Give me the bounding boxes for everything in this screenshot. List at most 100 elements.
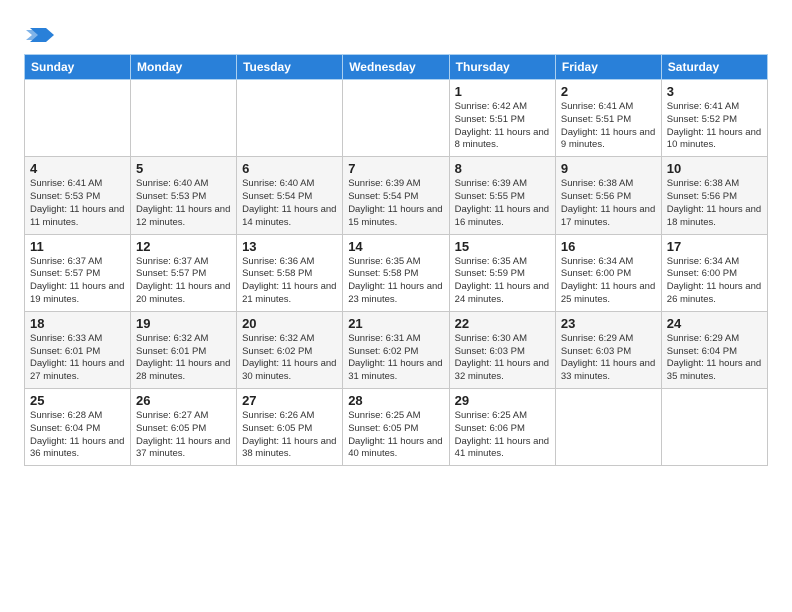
calendar-cell [237,80,343,157]
calendar-cell: 4 Sunrise: 6:41 AM Sunset: 5:53 PM Daylig… [25,157,131,234]
calendar-cell: 23 Sunrise: 6:29 AM Sunset: 6:03 PM Dayli… [555,311,661,388]
day-info: Sunrise: 6:33 AM Sunset: 6:01 PM Dayligh… [30,333,125,384]
weekday-header-saturday: Saturday [661,55,767,80]
calendar-cell: 20 Sunrise: 6:32 AM Sunset: 6:02 PM Dayli… [237,311,343,388]
day-number: 15 [455,239,550,254]
day-number: 26 [136,393,231,408]
calendar-cell: 3 Sunrise: 6:41 AM Sunset: 5:52 PM Daylig… [661,80,767,157]
calendar-cell: 14 Sunrise: 6:35 AM Sunset: 5:58 PM Dayli… [343,234,449,311]
day-info: Sunrise: 6:32 AM Sunset: 6:02 PM Dayligh… [242,333,337,384]
day-number: 9 [561,161,656,176]
calendar-cell: 9 Sunrise: 6:38 AM Sunset: 5:56 PM Daylig… [555,157,661,234]
calendar-table: SundayMondayTuesdayWednesdayThursdayFrid… [24,54,768,466]
day-info: Sunrise: 6:28 AM Sunset: 6:04 PM Dayligh… [30,410,125,461]
day-number: 7 [348,161,443,176]
day-number: 27 [242,393,337,408]
calendar-cell: 12 Sunrise: 6:37 AM Sunset: 5:57 PM Dayli… [131,234,237,311]
day-number: 29 [455,393,550,408]
day-number: 5 [136,161,231,176]
calendar-cell [25,80,131,157]
day-number: 11 [30,239,125,254]
day-info: Sunrise: 6:25 AM Sunset: 6:05 PM Dayligh… [348,410,443,461]
day-number: 22 [455,316,550,331]
day-number: 17 [667,239,762,254]
calendar-cell: 24 Sunrise: 6:29 AM Sunset: 6:04 PM Dayli… [661,311,767,388]
day-number: 3 [667,84,762,99]
calendar-cell [343,80,449,157]
logo-arrow-icon [26,24,54,46]
day-info: Sunrise: 6:29 AM Sunset: 6:03 PM Dayligh… [561,333,656,384]
day-info: Sunrise: 6:38 AM Sunset: 5:56 PM Dayligh… [561,178,656,229]
day-info: Sunrise: 6:31 AM Sunset: 6:02 PM Dayligh… [348,333,443,384]
day-number: 28 [348,393,443,408]
calendar-cell [661,389,767,466]
day-info: Sunrise: 6:34 AM Sunset: 6:00 PM Dayligh… [561,256,656,307]
calendar-cell: 1 Sunrise: 6:42 AM Sunset: 5:51 PM Daylig… [449,80,555,157]
day-number: 8 [455,161,550,176]
logo [24,24,54,46]
weekday-header-friday: Friday [555,55,661,80]
day-number: 16 [561,239,656,254]
day-info: Sunrise: 6:37 AM Sunset: 5:57 PM Dayligh… [30,256,125,307]
weekday-header-sunday: Sunday [25,55,131,80]
day-info: Sunrise: 6:39 AM Sunset: 5:54 PM Dayligh… [348,178,443,229]
day-info: Sunrise: 6:38 AM Sunset: 5:56 PM Dayligh… [667,178,762,229]
day-number: 12 [136,239,231,254]
day-info: Sunrise: 6:30 AM Sunset: 6:03 PM Dayligh… [455,333,550,384]
calendar-cell: 13 Sunrise: 6:36 AM Sunset: 5:58 PM Dayli… [237,234,343,311]
day-number: 21 [348,316,443,331]
day-info: Sunrise: 6:26 AM Sunset: 6:05 PM Dayligh… [242,410,337,461]
calendar-cell: 21 Sunrise: 6:31 AM Sunset: 6:02 PM Dayli… [343,311,449,388]
day-number: 4 [30,161,125,176]
day-info: Sunrise: 6:39 AM Sunset: 5:55 PM Dayligh… [455,178,550,229]
calendar-cell: 6 Sunrise: 6:40 AM Sunset: 5:54 PM Daylig… [237,157,343,234]
day-number: 18 [30,316,125,331]
day-number: 25 [30,393,125,408]
day-info: Sunrise: 6:32 AM Sunset: 6:01 PM Dayligh… [136,333,231,384]
calendar-cell: 26 Sunrise: 6:27 AM Sunset: 6:05 PM Dayli… [131,389,237,466]
day-number: 14 [348,239,443,254]
calendar-cell: 25 Sunrise: 6:28 AM Sunset: 6:04 PM Dayli… [25,389,131,466]
calendar-cell: 8 Sunrise: 6:39 AM Sunset: 5:55 PM Daylig… [449,157,555,234]
calendar-cell: 2Sunrise: 6:41 AM Sunset: 5:51 PM Daylig… [555,80,661,157]
calendar-cell [555,389,661,466]
calendar-cell: 15 Sunrise: 6:35 AM Sunset: 5:59 PM Dayli… [449,234,555,311]
day-info: Sunrise: 6:29 AM Sunset: 6:04 PM Dayligh… [667,333,762,384]
day-number: 13 [242,239,337,254]
calendar-cell: 5 Sunrise: 6:40 AM Sunset: 5:53 PM Daylig… [131,157,237,234]
day-number: 10 [667,161,762,176]
calendar-cell: 11 Sunrise: 6:37 AM Sunset: 5:57 PM Dayli… [25,234,131,311]
day-info: Sunrise: 6:25 AM Sunset: 6:06 PM Dayligh… [455,410,550,461]
weekday-header-wednesday: Wednesday [343,55,449,80]
day-info: Sunrise: 6:41 AM Sunset: 5:51 PM Dayligh… [561,101,656,152]
day-info: Sunrise: 6:36 AM Sunset: 5:58 PM Dayligh… [242,256,337,307]
weekday-header-tuesday: Tuesday [237,55,343,80]
day-info: Sunrise: 6:41 AM Sunset: 5:52 PM Dayligh… [667,101,762,152]
day-info: Sunrise: 6:41 AM Sunset: 5:53 PM Dayligh… [30,178,125,229]
calendar-cell: 28 Sunrise: 6:25 AM Sunset: 6:05 PM Dayli… [343,389,449,466]
day-number: 1 [455,84,550,99]
header [24,20,768,46]
day-info: Sunrise: 6:27 AM Sunset: 6:05 PM Dayligh… [136,410,231,461]
day-number: 6 [242,161,337,176]
calendar-cell: 29 Sunrise: 6:25 AM Sunset: 6:06 PM Dayli… [449,389,555,466]
day-number: 19 [136,316,231,331]
day-number: 23 [561,316,656,331]
day-info: Sunrise: 6:35 AM Sunset: 5:59 PM Dayligh… [455,256,550,307]
day-info: Sunrise: 6:40 AM Sunset: 5:54 PM Dayligh… [242,178,337,229]
calendar-cell: 7 Sunrise: 6:39 AM Sunset: 5:54 PM Daylig… [343,157,449,234]
weekday-header-monday: Monday [131,55,237,80]
day-info: Sunrise: 6:35 AM Sunset: 5:58 PM Dayligh… [348,256,443,307]
day-info: Sunrise: 6:40 AM Sunset: 5:53 PM Dayligh… [136,178,231,229]
day-number: 24 [667,316,762,331]
calendar-cell: 16 Sunrise: 6:34 AM Sunset: 6:00 PM Dayli… [555,234,661,311]
day-info: Sunrise: 6:34 AM Sunset: 6:00 PM Dayligh… [667,256,762,307]
calendar-cell [131,80,237,157]
day-number: 20 [242,316,337,331]
calendar-cell: 18 Sunrise: 6:33 AM Sunset: 6:01 PM Dayli… [25,311,131,388]
day-info: Sunrise: 6:42 AM Sunset: 5:51 PM Dayligh… [455,101,550,152]
weekday-header-thursday: Thursday [449,55,555,80]
calendar-cell: 22 Sunrise: 6:30 AM Sunset: 6:03 PM Dayli… [449,311,555,388]
day-info: Sunrise: 6:37 AM Sunset: 5:57 PM Dayligh… [136,256,231,307]
calendar-cell: 10 Sunrise: 6:38 AM Sunset: 5:56 PM Dayli… [661,157,767,234]
